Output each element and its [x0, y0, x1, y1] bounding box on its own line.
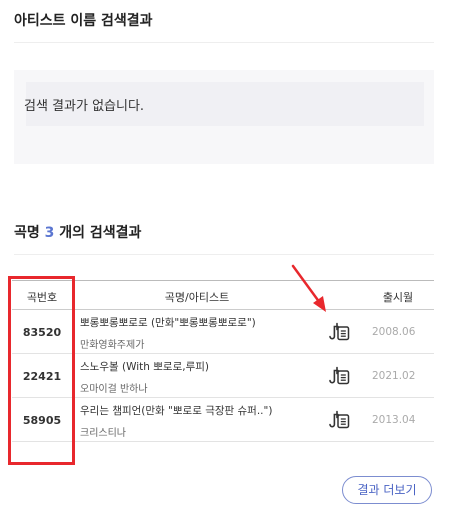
song-number: 22421 — [22, 370, 62, 383]
divider — [14, 42, 434, 43]
table-row[interactable]: 58905 우리는 챔피언(만화 "뽀로로 극장판 슈퍼..") 크리스티나 2… — [12, 398, 434, 442]
song-number: 83520 — [22, 326, 62, 339]
song-title-suffix: 개의 검색결과 — [54, 225, 142, 241]
song-artist[interactable]: 오마이걸 반하나 — [80, 380, 148, 395]
table-row[interactable]: 22421 스노우볼 (With 뽀로로,루피) 오마이걸 반하나 2021.0… — [12, 354, 434, 398]
table-row[interactable]: 83520 뽀롱뽀롱뽀로로 (만화"뽀롱뽀롱뽀로로") 만화영화주제가 2008… — [12, 310, 434, 354]
song-results-title: 곡명 3 개의 검색결과 — [14, 222, 141, 242]
result-count: 3 — [44, 225, 55, 241]
artist-results-title: 아티스트 이름 검색결과 — [14, 13, 153, 29]
divider — [14, 254, 434, 255]
release-date: 2008.06 — [372, 326, 416, 338]
song-title[interactable]: 우리는 챔피언(만화 "뽀로로 극장판 슈퍼..") — [80, 403, 272, 418]
table-header: 곡번호 곡명/아티스트 출시월 — [12, 280, 434, 310]
song-title[interactable]: 스노우볼 (With 뽀로로,루피) — [80, 359, 209, 374]
release-date: 2013.04 — [372, 414, 416, 426]
song-number: 58905 — [22, 414, 62, 427]
empty-results-message: 검색 결과가 없습니다. — [24, 99, 145, 114]
song-artist[interactable]: 만화영화주제가 — [80, 336, 144, 351]
header-title-artist: 곡명/아티스트 — [164, 291, 230, 304]
lyrics-icon[interactable] — [328, 410, 350, 430]
song-results-table: 곡번호 곡명/아티스트 출시월 83520 뽀롱뽀롱뽀로로 (만화"뽀롱뽀롱뽀로… — [12, 280, 434, 442]
empty-results-box — [14, 70, 434, 164]
header-number: 곡번호 — [26, 291, 58, 304]
release-date: 2021.02 — [372, 370, 416, 382]
song-title-prefix: 곡명 — [14, 225, 45, 241]
header-release-date: 출시월 — [382, 291, 414, 304]
lyrics-icon[interactable] — [328, 366, 350, 386]
more-results-button[interactable]: 결과 더보기 — [342, 476, 432, 504]
song-title[interactable]: 뽀롱뽀롱뽀로로 (만화"뽀롱뽀롱뽀로로") — [80, 315, 256, 330]
song-artist[interactable]: 크리스티나 — [80, 424, 126, 439]
lyrics-icon[interactable] — [328, 322, 350, 342]
